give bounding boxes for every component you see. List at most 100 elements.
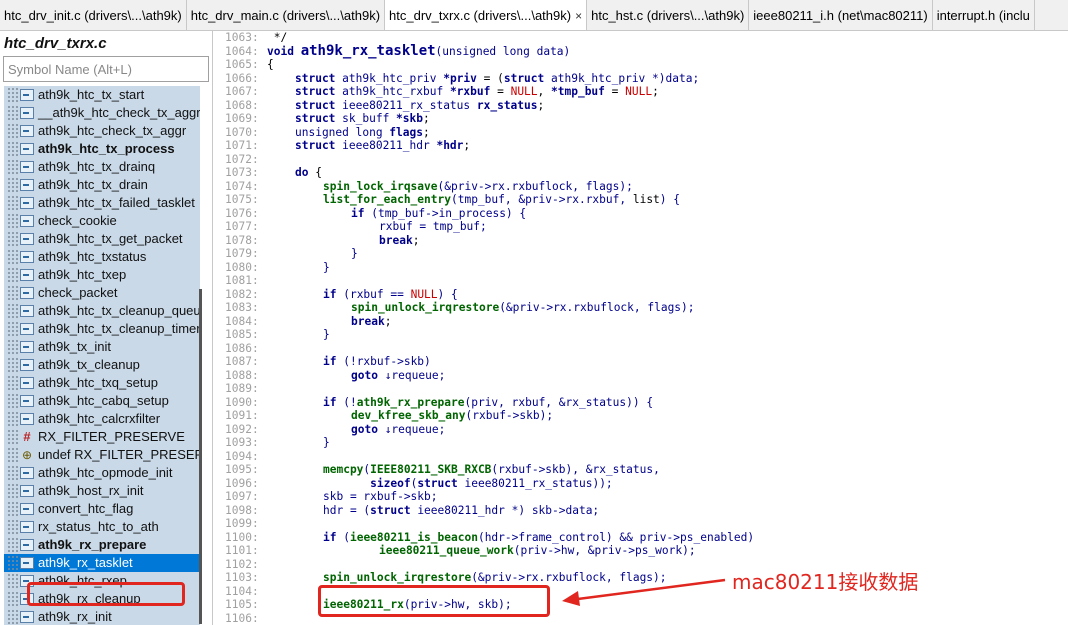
function-icon xyxy=(20,251,34,263)
code-token: if xyxy=(351,206,365,220)
code-token: ath9k_htc_priv * xyxy=(551,71,659,85)
symbol-item[interactable]: ath9k_htc_tx_drainq xyxy=(4,158,200,176)
tab-3[interactable]: htc_hst.c (drivers\...\ath9k) xyxy=(587,0,750,30)
line-number: 1100: xyxy=(225,530,259,544)
code-token: *skb xyxy=(396,112,423,125)
code-token: spin_unlock_irqrestore xyxy=(323,571,472,584)
code-token: ) { xyxy=(659,193,681,206)
symbol-item[interactable]: ⊕ undef RX_FILTER_PRESERVE xyxy=(4,446,200,464)
symbol-item[interactable]: ath9k_htc_tx_failed_tasklet xyxy=(4,194,200,212)
symbol-item[interactable]: rx_status_htc_to_ath xyxy=(4,518,200,536)
code-token: { xyxy=(308,166,322,179)
code-line: 1093:} xyxy=(225,436,1068,450)
close-icon[interactable]: × xyxy=(575,9,582,23)
function-icon xyxy=(20,485,34,497)
symbol-item[interactable]: ath9k_tx_cleanup xyxy=(4,356,200,374)
tree-guide-icon xyxy=(6,212,20,230)
symbol-item[interactable]: ath9k_rx_init xyxy=(4,608,200,625)
symbol-item[interactable]: ath9k_htc_tx_drain xyxy=(4,176,200,194)
function-icon xyxy=(20,287,34,299)
symbol-item-label: ath9k_htc_txq_setup xyxy=(38,375,158,390)
symbol-item[interactable]: ath9k_htc_tx_get_packet xyxy=(4,230,200,248)
code-line: 1099: xyxy=(225,517,1068,531)
symbol-item[interactable]: ath9k_rx_tasklet xyxy=(4,554,200,572)
symbol-item-label: ath9k_htc_txstatus xyxy=(38,249,147,264)
code-line: 1080:} xyxy=(225,261,1068,275)
highlight-box-ieee80211-rx-call xyxy=(318,585,550,617)
tab-2[interactable]: htc_drv_txrx.c (drivers\...\ath9k) × xyxy=(385,0,588,30)
tree-guide-icon xyxy=(6,86,20,104)
symbol-item-label: ath9k_htc_tx_cleanup_timer xyxy=(38,321,200,336)
function-icon xyxy=(20,521,34,533)
tab-4[interactable]: ieee80211_i.h (net\mac80211) xyxy=(749,0,933,30)
code-token: = xyxy=(604,85,626,98)
code-token: data xyxy=(536,44,564,58)
line-number: 1065: xyxy=(225,58,259,71)
code-token: goto xyxy=(351,422,378,436)
function-icon xyxy=(20,125,34,137)
symbol-item[interactable]: ath9k_rx_prepare xyxy=(4,536,200,554)
code-line: 1094: xyxy=(225,450,1068,464)
code-editor[interactable]: 1063: */1064: void ath9k_rx_tasklet(unsig… xyxy=(225,31,1068,625)
symbol-item[interactable]: ath9k_tx_init xyxy=(4,338,200,356)
line-number: 1077: xyxy=(225,220,259,233)
symbol-item-label: ath9k_htc_txep xyxy=(38,267,127,282)
code-token: ; xyxy=(423,112,430,125)
line-number: 1064: xyxy=(225,44,259,58)
code-token: NULL xyxy=(510,85,538,98)
symbol-item[interactable]: ath9k_htc_opmode_init xyxy=(4,464,200,482)
tab-5[interactable]: interrupt.h (inclu xyxy=(933,0,1035,30)
tree-guide-icon xyxy=(6,140,20,158)
symbol-item-label: ath9k_htc_cabq_setup xyxy=(38,393,169,408)
symbol-search-input[interactable] xyxy=(3,56,209,82)
code-token: (tmp_buf->in_process) { xyxy=(364,206,527,220)
symbol-list-scrollbar[interactable] xyxy=(199,289,202,624)
tree-guide-icon xyxy=(6,572,20,590)
symbol-item[interactable]: ath9k_htc_tx_cleanup_timer xyxy=(4,320,200,338)
symbol-item[interactable]: ath9k_htc_calcrxfilter xyxy=(4,410,200,428)
symbol-item[interactable]: # RX_FILTER_PRESERVE xyxy=(4,428,200,446)
symbol-item[interactable]: ath9k_htc_tx_cleanup_queue xyxy=(4,302,200,320)
symbol-item[interactable]: ath9k_htc_check_tx_aggr xyxy=(4,122,200,140)
symbol-item[interactable]: check_cookie xyxy=(4,212,200,230)
line-number: 1090: xyxy=(225,395,259,409)
code-token: ) { xyxy=(437,287,458,301)
symbol-item[interactable]: ath9k_host_rx_init xyxy=(4,482,200,500)
line-number: 1083: xyxy=(225,301,259,314)
line-number: 1088: xyxy=(225,368,259,382)
line-number: 1071: xyxy=(225,139,259,152)
symbol-item-label: ath9k_rx_init xyxy=(38,609,112,624)
tab-label: ieee80211_i.h (net\mac80211) xyxy=(753,8,928,23)
symbol-item[interactable]: __ath9k_htc_check_tx_aggr xyxy=(4,104,200,122)
code-token: struct xyxy=(295,139,343,152)
line-number: 1094: xyxy=(225,449,259,463)
symbol-item-label: ath9k_htc_tx_get_packet xyxy=(38,231,183,246)
symbol-item[interactable]: ath9k_htc_txq_setup xyxy=(4,374,200,392)
symbol-item[interactable]: ath9k_htc_tx_process xyxy=(4,140,200,158)
line-number: 1074: xyxy=(225,179,259,193)
tree-guide-icon xyxy=(6,590,20,608)
symbol-item-label: undef RX_FILTER_PRESERVE xyxy=(38,447,200,462)
function-icon xyxy=(20,305,34,317)
code-token: if xyxy=(323,395,337,409)
line-number: 1076: xyxy=(225,206,259,220)
line-number: 1097: xyxy=(225,490,259,503)
symbol-item[interactable]: convert_htc_flag xyxy=(4,500,200,518)
symbol-list: ath9k_htc_tx_start __ath9k_htc_check_tx_a… xyxy=(4,86,200,625)
function-icon xyxy=(20,215,34,227)
symbol-item-label: ath9k_htc_calcrxfilter xyxy=(38,411,161,426)
symbol-item[interactable]: ath9k_htc_txep xyxy=(4,266,200,284)
symbol-item[interactable]: ath9k_htc_tx_start xyxy=(4,86,200,104)
tab-1[interactable]: htc_drv_main.c (drivers\...\ath9k) xyxy=(187,0,386,30)
code-token: *tmp_buf xyxy=(551,85,605,98)
line-number: 1084: xyxy=(225,314,259,328)
symbol-item[interactable]: check_packet xyxy=(4,284,200,302)
tree-guide-icon xyxy=(6,302,20,320)
function-icon xyxy=(20,143,34,155)
tree-guide-icon xyxy=(6,464,20,482)
symbol-item[interactable]: ath9k_htc_cabq_setup xyxy=(4,392,200,410)
symbol-item[interactable]: ath9k_htc_txstatus xyxy=(4,248,200,266)
code-line: 1101: ieee80211_queue_work(priv->hw, &pri… xyxy=(225,544,1068,558)
tab-0[interactable]: htc_drv_init.c (drivers\...\ath9k) xyxy=(0,0,187,30)
